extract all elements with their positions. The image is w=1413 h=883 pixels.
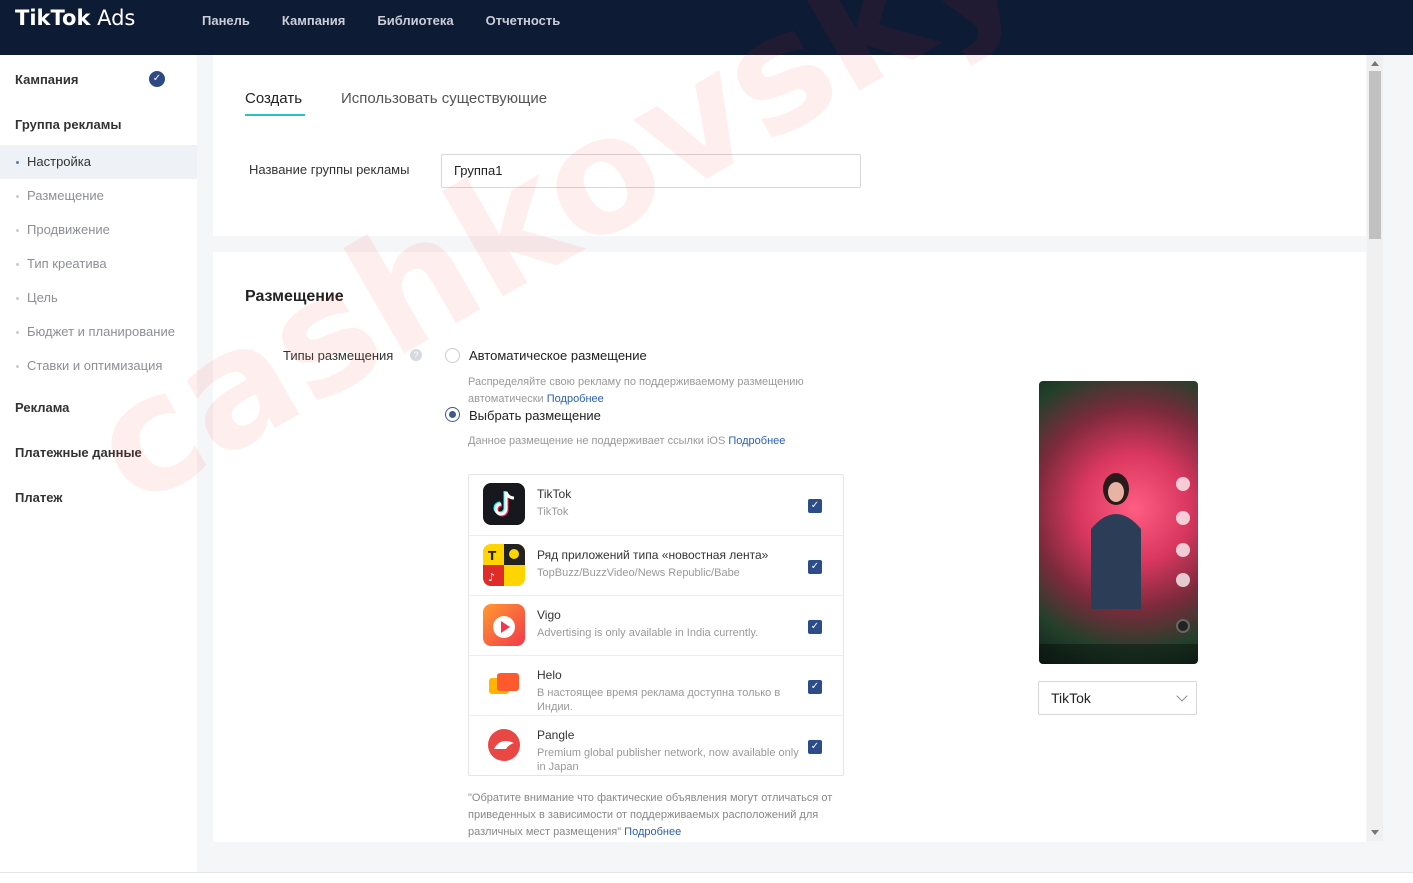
svg-text:♪: ♪ [488,571,495,584]
adgroup-name-label: Название группы рекламы [249,162,410,177]
person-figure [1091,473,1141,609]
placement-panel: Размещение Типы размещения ? Автоматичес… [213,252,1366,842]
tab-use-existing[interactable]: Использовать существующие [341,90,547,107]
app-name: Vigo [537,608,561,622]
main-nav: Панель Кампания Библиотека Отчетность [202,0,592,40]
sidebar-item-campaign[interactable]: Кампания [15,72,78,87]
bottom-strip [0,872,1413,883]
helo-checkbox[interactable]: ✓ [808,680,822,694]
preview-app-select[interactable]: TikTok [1038,681,1197,715]
sidebar-item-ad[interactable]: Реклама [15,400,69,415]
tiktok-app-icon [483,483,525,525]
chevron-down-icon [1176,690,1188,702]
placement-app-list: TikTok TikTok ✓ T ♪ Ряд приложений типа … [468,474,844,776]
nav-campaign[interactable]: Кампания [282,13,345,28]
app-desc: Premium global publisher network, now av… [537,747,799,773]
pangle-app-icon [483,724,525,766]
page-scrollbar[interactable] [1367,55,1383,841]
sidebar-item-creative-type[interactable]: Тип креатива [0,247,197,281]
auto-learn-more-link[interactable]: Подробнее [547,393,604,405]
auto-placement-radio[interactable] [445,348,460,363]
scroll-down-arrow-icon[interactable] [1371,830,1379,835]
ad-preview-image [1039,381,1198,664]
select-placement-radio[interactable] [445,407,460,422]
scroll-up-arrow-icon[interactable] [1371,61,1379,66]
list-item[interactable]: Vigo Advertising is only available in In… [469,595,843,655]
list-item[interactable]: Helo В настоящее время реклама доступна … [469,655,843,715]
help-icon[interactable]: ? [410,349,422,361]
select-learn-more-link[interactable]: Подробнее [728,435,785,447]
auto-placement-hint: Распределяйте свою рекламу по поддержива… [468,374,848,408]
app-desc: TopBuzz/BuzzVideo/News Republic/Babe [537,567,740,579]
app-desc: TikTok [537,506,569,518]
vigo-checkbox[interactable]: ✓ [808,620,822,634]
helo-app-icon [483,664,525,706]
app-desc: Advertising is only available in India c… [537,627,759,639]
adgroup-name-input[interactable]: Группа1 [441,154,861,188]
select-placement-hint: Данное размещение не поддерживает ссылки… [468,433,868,450]
sidebar-item-placement[interactable]: Размещение [0,179,197,213]
list-item[interactable]: TikTok TikTok ✓ [469,475,843,535]
list-item[interactable]: T ♪ Ряд приложений типа «новостная лента… [469,535,843,595]
placement-section-title: Размещение [245,288,344,305]
music-disc-icon [1176,619,1190,633]
app-name: Ряд приложений типа «новостная лента» [537,548,769,562]
tiktok-ads-logo[interactable]: TikTok Ads [15,6,135,30]
sidebar-item-budget[interactable]: Бюджет и планирование [0,315,197,349]
top-navbar: TikTok Ads Панель Кампания Библиотека От… [0,0,1413,55]
tab-create[interactable]: Создать [245,90,302,107]
sidebar-item-setup[interactable]: Настройка [0,145,197,179]
select-placement-label[interactable]: Выбрать размещение [469,408,601,423]
sidebar-item-payment[interactable]: Платеж [15,490,62,505]
tiktok-checkbox[interactable]: ✓ [808,499,822,513]
auto-placement-label[interactable]: Автоматическое размещение [469,348,647,363]
nav-reporting[interactable]: Отчетность [486,13,561,28]
app-name: Helo [537,668,562,682]
svg-text:T: T [488,549,497,563]
preview-select-value: TikTok [1051,690,1091,706]
sidebar-item-goal[interactable]: Цель [0,281,197,315]
heart-icon [1176,511,1190,525]
pangle-checkbox[interactable]: ✓ [808,740,822,754]
adgroup-name-panel: Создать Использовать существующие Назван… [213,55,1366,236]
auto-hint-text: Распределяйте свою рекламу по поддержива… [468,376,804,405]
comment-icon [1176,543,1190,557]
check-icon: ✓ [149,71,165,87]
logo-bold-text: TikTok [15,6,91,30]
sidebar-item-bidding[interactable]: Ставки и оптимизация [0,349,197,383]
active-tab-underline [245,114,305,116]
sidebar-item-billing[interactable]: Платежные данные [15,445,142,460]
logo-light-text: Ads [97,6,136,30]
list-item[interactable]: Pangle Premium global publisher network,… [469,715,843,775]
select-hint-text: Данное размещение не поддерживает ссылки… [468,435,726,447]
sidebar: Кампания ✓ Группа рекламы Настройка Разм… [0,55,197,875]
sidebar-item-promotion[interactable]: Продвижение [0,213,197,247]
note-learn-more-link[interactable]: Подробнее [624,826,681,838]
app-name: Pangle [537,728,575,742]
placement-types-label: Типы размещения [283,348,394,363]
vigo-app-icon [483,604,525,646]
preview-bottom-bar [1039,644,1198,664]
avatar-icon [1176,477,1190,491]
app-desc: В настоящее время реклама доступна тольк… [537,687,781,713]
share-icon [1176,573,1190,587]
sidebar-item-adgroup[interactable]: Группа рекламы [15,117,121,132]
app-name: TikTok [537,487,572,501]
nav-library[interactable]: Библиотека [377,13,453,28]
news-feed-checkbox[interactable]: ✓ [808,560,822,574]
news-feed-apps-icon: T ♪ [483,544,525,586]
placement-note: "Обратите внимание что фактические объяв… [468,790,868,841]
nav-dashboard[interactable]: Панель [202,13,250,28]
scrollbar-thumb[interactable] [1369,71,1381,239]
